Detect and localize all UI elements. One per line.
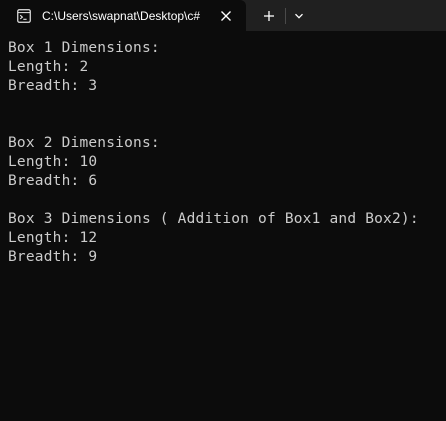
console-output: Box 1 Dimensions: Length: 2 Breadth: 3 B… [8,39,446,267]
tab-divider [285,8,286,24]
console-line: Box 2 Dimensions: [8,135,160,151]
console-line: Length: 2 [8,59,89,75]
console-line: Breadth: 6 [8,173,98,189]
terminal-icon [17,8,31,23]
console-line: Box 3 Dimensions ( Addition of Box1 and … [8,211,419,227]
console-line: Length: 10 [8,154,98,170]
chevron-down-icon[interactable] [290,6,308,26]
console-line: Length: 12 [8,230,98,246]
plus-icon[interactable] [258,6,280,26]
tab-title: C:\Users\swapnat\Desktop\c# [42,9,201,23]
console-line: Breadth: 3 [8,78,98,94]
console-line: Box 1 Dimensions: [8,40,160,56]
title-bar: C:\Users\swapnat\Desktop\c# [0,0,446,31]
close-icon[interactable] [216,6,236,26]
terminal-tab[interactable]: C:\Users\swapnat\Desktop\c# [0,0,246,31]
console-line: Breadth: 9 [8,249,98,265]
